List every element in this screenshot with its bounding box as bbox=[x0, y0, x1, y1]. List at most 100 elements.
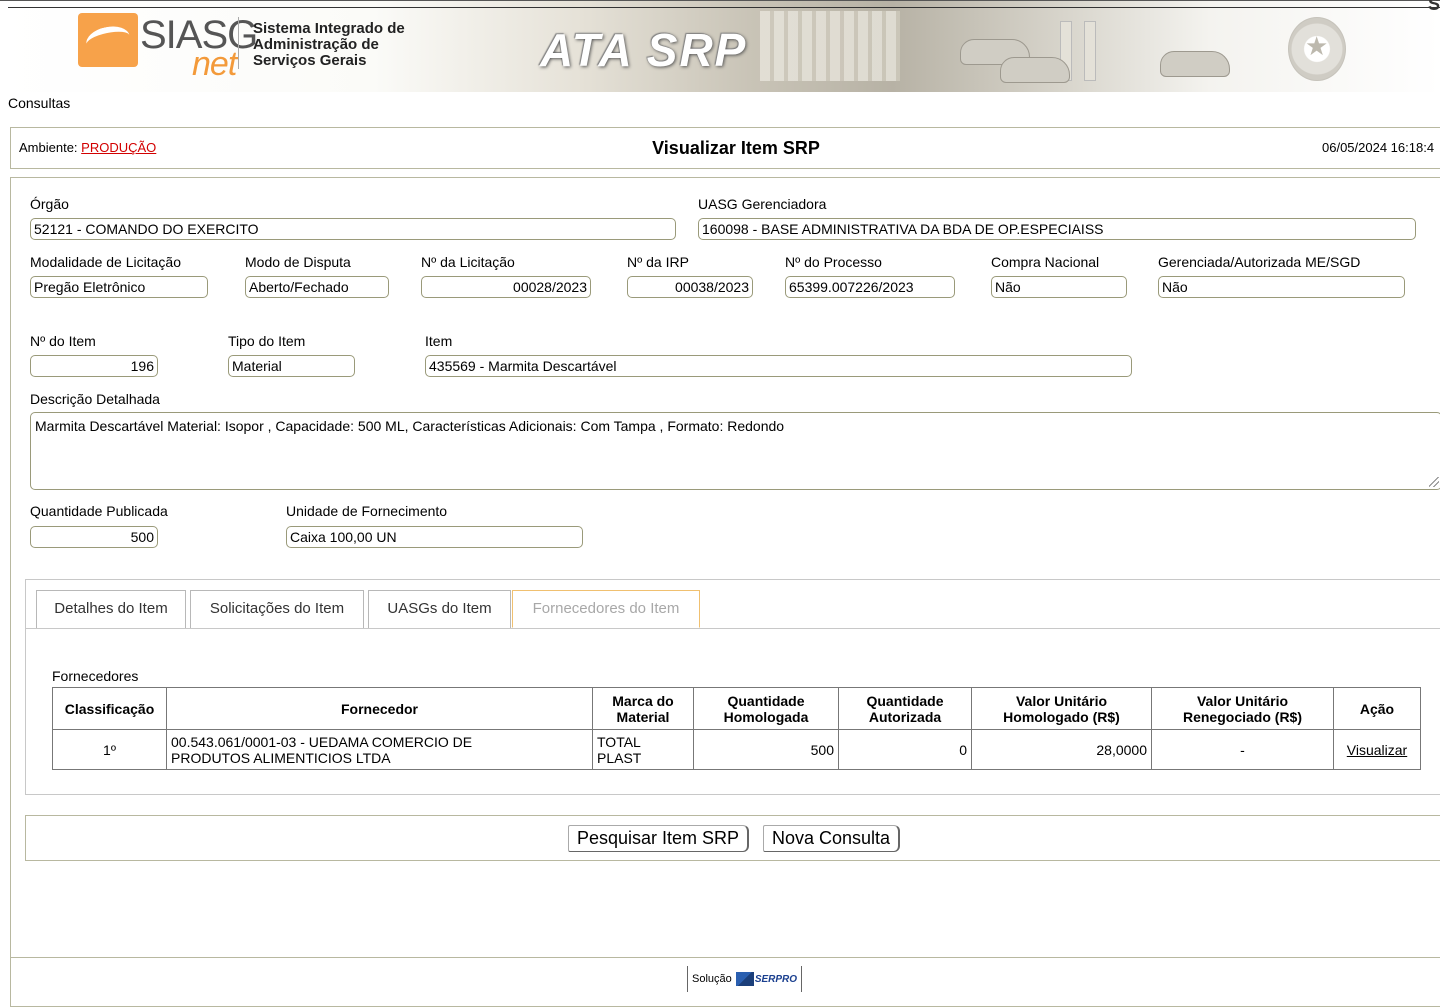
fornecedores-table: Classificação Fornecedor Marca do Materia… bbox=[52, 687, 1421, 770]
col-qtd-autorizada-line: Autorizada bbox=[868, 708, 942, 725]
num-licitacao-label: Nº da Licitação bbox=[421, 254, 515, 270]
serpro-mark-icon bbox=[735, 972, 754, 987]
col-valor-renegociado: Valor Unitário Renegociado (R$) bbox=[1151, 687, 1334, 730]
main-panel: Órgão 52121 - COMANDO DO EXERCITO UASG G… bbox=[10, 177, 1440, 1007]
descricao-text: Marmita Descartável Material: Isopor , C… bbox=[35, 418, 785, 434]
serpro-text: SERPRO bbox=[754, 974, 798, 985]
unidade-field[interactable]: Caixa 100,00 UN bbox=[286, 526, 583, 548]
nova-consulta-button[interactable]: Nova Consulta bbox=[763, 825, 901, 852]
tipo-item-label: Tipo do Item bbox=[228, 333, 306, 349]
resize-grip-icon[interactable] bbox=[1429, 477, 1439, 487]
logo-subtitle-line: Sistema Integrado de bbox=[253, 20, 405, 37]
button-bar: Pesquisar Item SRP Nova Consulta bbox=[25, 815, 1440, 861]
header-rule bbox=[8, 7, 1440, 8]
cell-marca: TOTAL PLAST bbox=[592, 729, 694, 770]
col-qtd-homologada-line: Homologada bbox=[723, 708, 809, 725]
quantidade-label: Quantidade Publicada bbox=[30, 503, 168, 519]
uasg-label: UASG Gerenciadora bbox=[698, 196, 827, 212]
tab-solicitacoes[interactable]: Solicitações do Item bbox=[190, 590, 364, 628]
visualizar-link[interactable]: Visualizar bbox=[1347, 742, 1407, 758]
compra-nacional-field[interactable]: Não bbox=[991, 276, 1127, 298]
modo-disputa-label: Modo de Disputa bbox=[245, 254, 351, 270]
quantidade-field[interactable]: 500 bbox=[30, 526, 158, 548]
col-qtd-autorizada-line: Quantidade bbox=[866, 692, 944, 709]
banner-title: ATA SRP bbox=[540, 24, 748, 76]
cell-valor-homologado: 28,0000 bbox=[971, 729, 1152, 770]
logo-divider bbox=[238, 17, 239, 69]
col-valor-homologado-line: Valor Unitário bbox=[1015, 692, 1108, 709]
cell-qtd-homologada: 500 bbox=[693, 729, 839, 770]
tab-detalhes[interactable]: Detalhes do Item bbox=[36, 590, 186, 628]
item-field[interactable]: 435569 - Marmita Descartável bbox=[425, 355, 1132, 377]
num-item-field[interactable]: 196 bbox=[30, 355, 158, 377]
cell-fornecedor: 00.543.061/0001-03 - UEDAMA COMERCIO DE P… bbox=[166, 729, 593, 770]
num-irp-field[interactable]: 00038/2023 bbox=[627, 276, 753, 298]
modalidade-label: Modalidade de Licitação bbox=[30, 254, 181, 270]
tab-fornecedores[interactable]: Fornecedores do Item bbox=[512, 590, 700, 628]
col-valor-homologado: Valor Unitário Homologado (R$) bbox=[971, 687, 1152, 730]
compra-nacional-label: Compra Nacional bbox=[991, 254, 1100, 270]
table-row: 1º 00.543.061/0001-03 - UEDAMA COMERCIO … bbox=[52, 729, 1421, 770]
uasg-field[interactable]: 160098 - BASE ADMINISTRATIVA DA BDA DE O… bbox=[698, 218, 1416, 240]
col-qtd-autorizada: Quantidade Autorizada bbox=[838, 687, 972, 730]
cell-acao: Visualizar bbox=[1333, 729, 1421, 770]
col-valor-homologado-line: Homologado (R$) bbox=[1003, 708, 1120, 725]
menu-consultas[interactable]: Consultas bbox=[8, 95, 70, 111]
tabs-panel: Detalhes do Item Solicitações do Item UA… bbox=[25, 579, 1440, 795]
logo-subtitle-line: Administração de bbox=[253, 36, 379, 53]
col-acao: Ação bbox=[1333, 687, 1421, 730]
cell-marca-line: TOTAL bbox=[597, 733, 641, 750]
orgao-label: Órgão bbox=[30, 196, 69, 212]
col-valor-renegociado-line: Renegociado (R$) bbox=[1182, 708, 1302, 725]
cell-qtd-autorizada: 0 bbox=[838, 729, 972, 770]
col-fornecedor: Fornecedor bbox=[166, 687, 593, 730]
item-label: Item bbox=[425, 333, 453, 349]
unidade-label: Unidade de Fornecimento bbox=[286, 503, 448, 519]
modalidade-field[interactable]: Pregão Eletrônico bbox=[30, 276, 208, 298]
datetime: 06/05/2024 16:18:4 bbox=[1322, 140, 1435, 155]
banner-car-image bbox=[1160, 51, 1230, 77]
col-marca: Marca do Material bbox=[592, 687, 694, 730]
cell-classificacao: 1º bbox=[52, 729, 167, 770]
cell-fornecedor-line: 00.543.061/0001-03 - UEDAMA COMERCIO DE bbox=[171, 733, 473, 750]
fornecedores-caption: Fornecedores bbox=[52, 668, 139, 684]
tab-uasgs[interactable]: UASGs do Item bbox=[368, 590, 511, 628]
modo-disputa-field[interactable]: Aberto/Fechado bbox=[245, 276, 389, 298]
descricao-textarea[interactable]: Marmita Descartável Material: Isopor , C… bbox=[30, 412, 1440, 490]
cell-fornecedor-line: PRODUTOS ALIMENTICIOS LTDA bbox=[171, 749, 391, 766]
serpro-logo: Solução SERPRO bbox=[687, 966, 803, 992]
page-title: Visualizar Item SRP bbox=[652, 138, 820, 158]
orgao-field[interactable]: 52121 - COMANDO DO EXERCITO bbox=[30, 218, 676, 240]
cell-valor-renegociado: - bbox=[1151, 729, 1334, 770]
tipo-item-field[interactable]: Material bbox=[228, 355, 355, 377]
num-processo-label: Nº do Processo bbox=[785, 254, 882, 270]
col-valor-renegociado-line: Valor Unitário bbox=[1196, 692, 1289, 709]
col-classificacao: Classificação bbox=[52, 687, 167, 730]
table-header-row: Classificação Fornecedor Marca do Materia… bbox=[52, 687, 1421, 730]
col-qtd-homologada: Quantidade Homologada bbox=[693, 687, 839, 730]
col-qtd-homologada-line: Quantidade bbox=[727, 692, 805, 709]
coat-of-arms-star-icon: ★ bbox=[1305, 31, 1329, 61]
app-header: SIASG net Sistema Integrado de Administr… bbox=[0, 0, 1440, 92]
num-item-label: Nº do Item bbox=[30, 333, 96, 349]
window-corner-icon: S bbox=[1427, 0, 1440, 14]
col-marca-line: Marca do bbox=[612, 692, 674, 709]
solucao-text: Solução bbox=[692, 973, 732, 985]
num-processo-field[interactable]: 65399.007226/2023 bbox=[785, 276, 955, 298]
num-licitacao-field[interactable]: 00028/2023 bbox=[421, 276, 591, 298]
pesquisar-item-button[interactable]: Pesquisar Item SRP bbox=[568, 825, 750, 852]
logo-subtitle-line: Serviços Gerais bbox=[253, 52, 367, 69]
cell-marca-line: PLAST bbox=[597, 749, 642, 766]
num-irp-label: Nº da IRP bbox=[627, 254, 689, 270]
tabs-baseline bbox=[26, 628, 1440, 629]
col-marca-line: Material bbox=[616, 708, 670, 725]
descricao-label: Descrição Detalhada bbox=[30, 391, 160, 407]
logo-net-text: net bbox=[192, 45, 237, 83]
banner-car-image bbox=[1000, 57, 1070, 83]
title-bar: Ambiente: PRODUÇÃO Visualizar Item SRP 0… bbox=[10, 127, 1440, 169]
footer-rule bbox=[11, 957, 1440, 958]
gerenciada-label: Gerenciada/Autorizada ME/SGD bbox=[1158, 254, 1361, 270]
gerenciada-field[interactable]: Não bbox=[1158, 276, 1405, 298]
banner-building-image bbox=[760, 11, 900, 81]
banner-column-image bbox=[1084, 21, 1096, 81]
